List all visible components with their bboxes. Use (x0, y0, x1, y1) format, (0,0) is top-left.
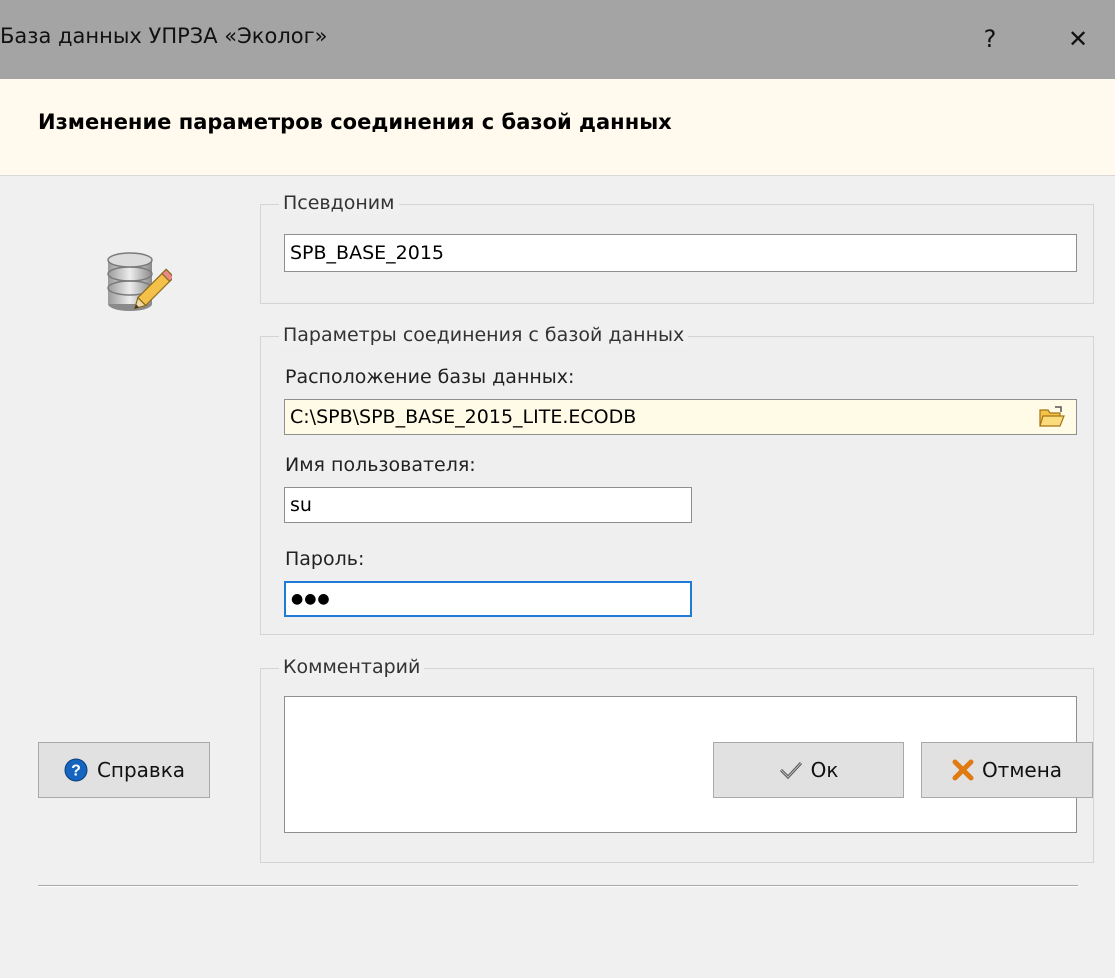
ok-button-label: Ок (810, 758, 839, 782)
cancel-button[interactable]: Отмена (921, 742, 1093, 798)
dialog-content: Псевдоним SPB_BASE_2015 Параметры соедин… (0, 176, 1115, 978)
folder-open-icon (1039, 406, 1065, 427)
help-title-button[interactable]: ? (960, 14, 1020, 64)
password-label: Пароль: (285, 548, 365, 570)
help-button-label: Справка (96, 758, 186, 782)
title-bar: База данных УПРЗА «Эколог» ? ✕ (0, 0, 1115, 79)
help-button[interactable]: ? Справка (38, 742, 210, 798)
close-button[interactable]: ✕ (1048, 14, 1108, 64)
ok-button[interactable]: Ок (713, 742, 904, 798)
alias-legend: Псевдоним (279, 192, 399, 214)
browse-button[interactable] (1030, 402, 1074, 432)
location-label: Расположение базы данных: (285, 366, 575, 388)
window-title: База данных УПРЗА «Эколог» (0, 24, 328, 48)
password-input[interactable]: ●●● (284, 581, 692, 617)
username-label: Имя пользователя: (285, 454, 476, 476)
svg-text:?: ? (71, 763, 81, 780)
location-input[interactable]: C:\SPB\SPB_BASE_2015_LITE.ECODB (284, 399, 1077, 435)
location-value: C:\SPB\SPB_BASE_2015_LITE.ECODB (290, 406, 637, 428)
checkmark-icon (779, 761, 802, 780)
dialog-heading: Изменение параметров соединения с базой … (38, 110, 672, 134)
question-icon: ? (983, 25, 997, 53)
footer-separator (38, 885, 1078, 887)
connection-legend: Параметры соединения с базой данных (279, 324, 689, 346)
comment-legend: Комментарий (279, 656, 425, 678)
close-icon: ✕ (1067, 25, 1089, 53)
cancel-x-icon (952, 759, 974, 781)
database-edit-icon (100, 248, 175, 320)
help-icon: ? (64, 758, 88, 782)
alias-input[interactable]: SPB_BASE_2015 (284, 234, 1077, 272)
cancel-button-label: Отмена (981, 758, 1063, 782)
username-input[interactable]: su (284, 487, 692, 523)
dialog-header: Изменение параметров соединения с базой … (0, 79, 1115, 176)
